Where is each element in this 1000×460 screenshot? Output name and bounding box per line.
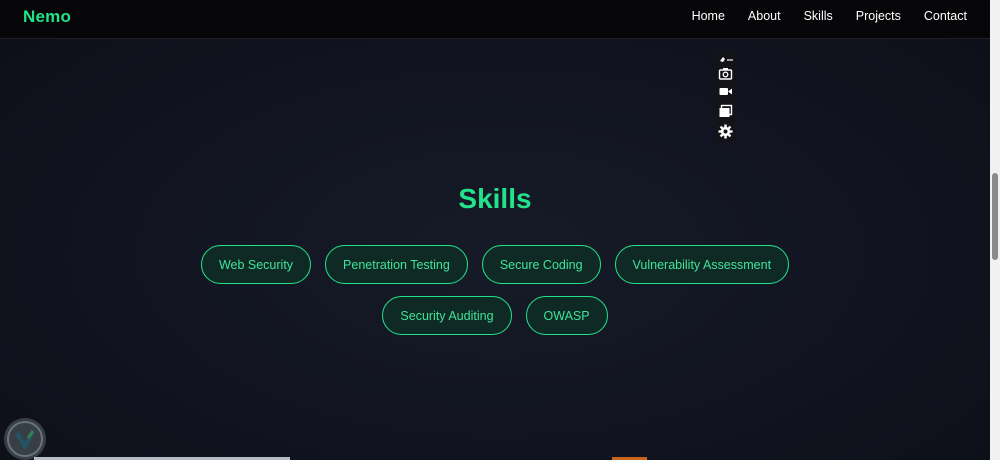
skill-pill-security-auditing[interactable]: Security Auditing <box>382 296 512 335</box>
brand-logo[interactable]: Nemo <box>23 7 71 27</box>
nav-link-projects[interactable]: Projects <box>856 9 901 23</box>
skill-pill-vulnerability-assessment[interactable]: Vulnerability Assessment <box>614 245 790 284</box>
scrollbar-thumb[interactable] <box>992 173 998 260</box>
nav-links: Home About Skills Projects Contact <box>669 9 967 23</box>
navbar: Nemo Home About Skills Projects Contact <box>0 0 990 39</box>
skill-pill-owasp[interactable]: OWASP <box>525 296 608 335</box>
nav-link-about[interactable]: About <box>748 9 781 23</box>
skills-row-1: Web Security Penetration Testing Secure … <box>0 245 990 284</box>
skills-row-2: Security Auditing OWASP <box>0 296 990 335</box>
nav-link-home[interactable]: Home <box>692 9 725 23</box>
skills-heading: Skills <box>458 183 532 214</box>
gear-icon[interactable] <box>718 124 733 139</box>
camera-icon[interactable] <box>718 66 733 81</box>
nav-link-skills[interactable]: Skills <box>804 9 833 23</box>
video-icon[interactable] <box>718 84 733 99</box>
overlay-badge-icon[interactable] <box>4 418 46 460</box>
shield-check-icon <box>7 421 43 457</box>
page-scrollbar[interactable] <box>990 0 1000 460</box>
window-icon[interactable] <box>718 104 733 119</box>
capture-tool-panel <box>716 51 735 143</box>
nav-link-contact[interactable]: Contact <box>924 9 967 23</box>
skill-pill-penetration-testing[interactable]: Penetration Testing <box>325 245 468 284</box>
skill-pill-web-security[interactable]: Web Security <box>200 245 312 284</box>
skill-pill-secure-coding[interactable]: Secure Coding <box>481 245 601 284</box>
